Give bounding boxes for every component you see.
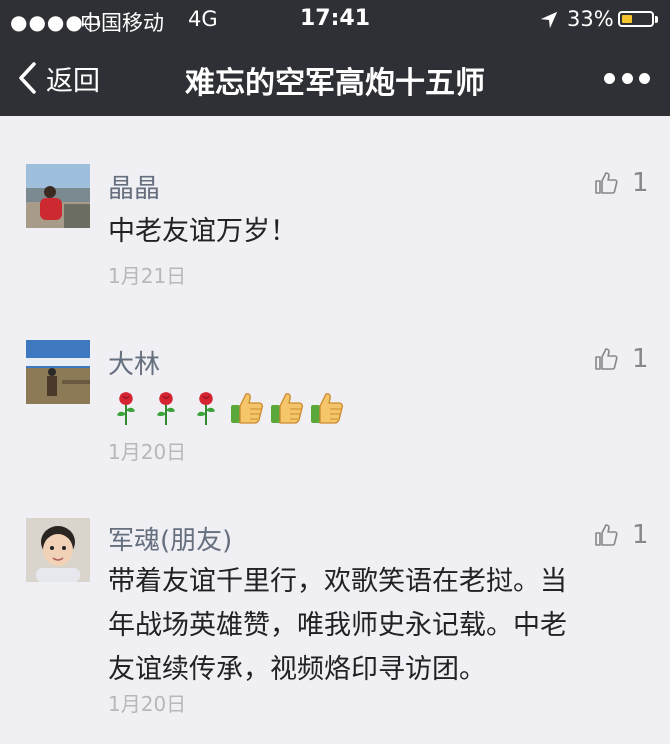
battery-tip (655, 16, 658, 23)
thumbs-up-icon (595, 172, 618, 194)
chevron-left-icon (19, 62, 36, 94)
commenter-name[interactable]: 军魂(朋友) (108, 520, 232, 557)
like-count: 1 (632, 168, 649, 198)
comment-item: 大林 1 1月20日 (0, 292, 670, 468)
avatar[interactable] (26, 164, 90, 228)
rose-icon (117, 392, 135, 425)
location-arrow-icon (540, 11, 558, 29)
comment-text: 带着友谊千里行，欢歌笑语在老挝。当 年战场英雄赞，唯我师史永记载。中老 友谊续传… (108, 566, 567, 685)
like-button[interactable]: 1 (594, 520, 649, 550)
like-count: 1 (632, 520, 649, 550)
comment-text: 中老友谊万岁！ (108, 216, 297, 247)
more-options-icon[interactable] (604, 66, 650, 90)
more-dot (621, 72, 633, 84)
thumbs-up-icon (595, 348, 618, 370)
avatar[interactable] (26, 340, 90, 404)
comment-list: 晶晶 1 中老友谊万岁！ 1月21日 大林 1 1月20日 军魂(朋友) 1 带… (0, 116, 670, 718)
thumbs-up-icon (595, 524, 618, 546)
thumbs-up-emoji-icon (311, 393, 344, 424)
status-bar: ●●●●○ 中国移动 4G 17:41 33% (0, 0, 670, 38)
battery-fill (622, 15, 632, 23)
comment-item: 晶晶 1 中老友谊万岁！ 1月21日 (0, 116, 670, 292)
back-button[interactable]: 返回 (16, 58, 100, 98)
rose-icon (197, 392, 215, 425)
comment-date: 1月20日 (108, 692, 187, 716)
nav-bar: 返回 难忘的空军高炮十五师 (0, 38, 670, 116)
back-label: 返回 (46, 65, 100, 97)
more-dot (604, 72, 615, 84)
page-title: 难忘的空军高炮十五师 (185, 66, 485, 101)
comment-date: 1月20日 (108, 440, 187, 464)
emoji-row (108, 390, 344, 426)
thumbs-up-emoji-icon (271, 393, 304, 424)
more-dot (639, 72, 650, 84)
commenter-name[interactable]: 大林 (108, 344, 160, 381)
like-button[interactable]: 1 (594, 168, 649, 198)
comment-date: 1月21日 (108, 264, 187, 288)
commenter-name[interactable]: 晶晶 (108, 168, 160, 205)
like-count: 1 (632, 344, 649, 374)
comment-item: 军魂(朋友) 1 带着友谊千里行，欢歌笑语在老挝。当 年战场英雄赞，唯我师史永记… (0, 468, 670, 718)
avatar[interactable] (26, 518, 90, 582)
battery-percent: 33% (567, 7, 614, 31)
battery-icon (618, 11, 654, 27)
like-button[interactable]: 1 (594, 344, 649, 374)
rose-icon (157, 392, 175, 425)
thumbs-up-emoji-icon (231, 393, 264, 424)
